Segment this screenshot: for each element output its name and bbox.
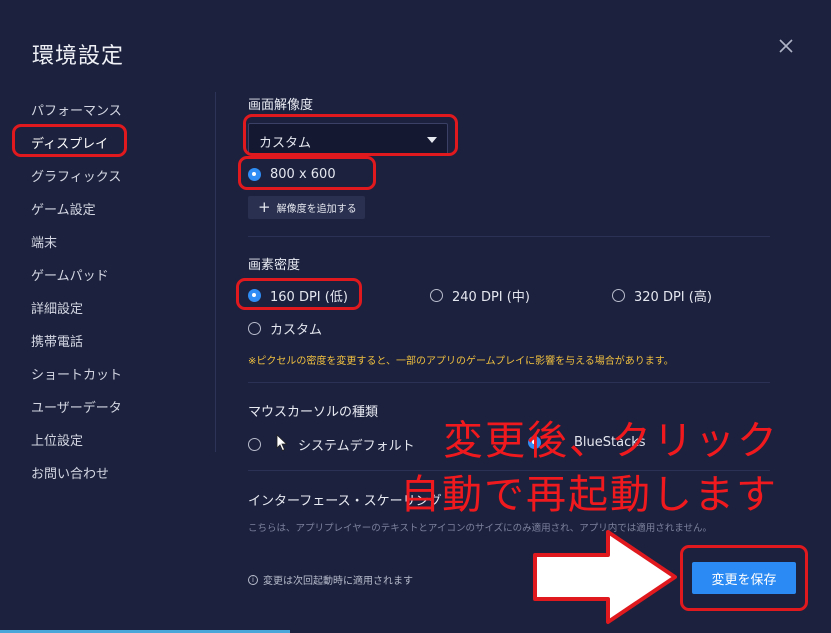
section-divider [248, 236, 770, 237]
radio-checked-icon [528, 436, 541, 449]
radio-checked-icon [248, 168, 261, 181]
sidebar-item-advanced[interactable]: 詳細設定 [31, 298, 83, 317]
restart-note: i 変更は次回起動時に適用されます [248, 572, 413, 587]
save-changes-button[interactable]: 変更を保存 [692, 562, 796, 594]
mouse-pointer-icon [276, 434, 288, 452]
cursor-option-bluestacks[interactable]: BlueStacks [528, 435, 646, 450]
sidebar-item-upper-settings[interactable]: 上位設定 [31, 430, 83, 449]
sidebar-divider [215, 92, 216, 452]
section-divider [248, 382, 770, 383]
radio-checked-icon [248, 289, 261, 302]
sidebar-item-user-data[interactable]: ユーザーデータ [31, 397, 122, 416]
resolution-select[interactable]: カスタム [248, 123, 448, 155]
resolution-option-800x600[interactable]: 800 x 600 [248, 167, 336, 182]
sidebar-item-shortcuts[interactable]: ショートカット [31, 364, 122, 383]
density-option-label: 320 DPI (高) [634, 290, 712, 305]
resolution-select-value: カスタム [259, 136, 312, 151]
density-option-label: 240 DPI (中) [452, 290, 530, 305]
add-resolution-label: 解像度を追加する [276, 204, 357, 215]
density-title: 画素密度 [248, 258, 301, 273]
sidebar-item-display[interactable]: ディスプレイ [31, 133, 109, 156]
density-option-label: 160 DPI (低) [270, 290, 348, 305]
sidebar-item-graphics[interactable]: グラフィックス [31, 166, 121, 185]
sidebar-item-contact[interactable]: お問い合わせ [31, 463, 109, 482]
arrow-right-icon [533, 530, 677, 624]
radio-unchecked-icon [612, 289, 625, 302]
radio-unchecked-icon [248, 438, 261, 451]
chevron-down-icon [427, 137, 437, 143]
density-warning: ※ピクセルの密度を変更すると、一部のアプリのゲームプレイに影響を与える場合があり… [248, 356, 674, 367]
add-resolution-button[interactable]: + 解像度を追加する [248, 196, 365, 219]
section-divider [248, 470, 770, 471]
density-option-320[interactable]: 320 DPI (高) [612, 286, 712, 305]
cursor-option-label: システムデフォルト [298, 439, 415, 454]
cursor-option-default[interactable]: システムデフォルト [248, 435, 415, 454]
radio-unchecked-icon [248, 322, 261, 335]
sidebar-item-gamepad[interactable]: ゲームパッド [31, 265, 109, 284]
restart-note-text: 変更は次回起動時に適用されます [263, 576, 413, 587]
resolution-title: 画面解像度 [248, 98, 314, 113]
close-icon[interactable] [776, 36, 796, 56]
info-icon: i [248, 574, 258, 585]
cursor-type-title: マウスカーソルの種類 [248, 405, 379, 420]
settings-dialog: 環境設定 パフォーマンス ディスプレイ グラフィックス ゲーム設定 端末 ゲーム… [0, 0, 831, 633]
sidebar-item-game-settings[interactable]: ゲーム設定 [31, 199, 96, 218]
radio-unchecked-icon [430, 289, 443, 302]
density-option-custom[interactable]: カスタム [248, 319, 322, 338]
density-option-160[interactable]: 160 DPI (低) [248, 286, 348, 305]
density-option-240[interactable]: 240 DPI (中) [430, 286, 530, 305]
sidebar-item-phone[interactable]: 携帯電話 [31, 331, 83, 350]
dialog-title: 環境設定 [32, 44, 125, 69]
cursor-option-label: BlueStacks [574, 435, 646, 450]
sidebar-item-device[interactable]: 端末 [31, 232, 57, 251]
density-option-label: カスタム [270, 323, 323, 338]
resolution-option-label: 800 x 600 [270, 167, 336, 182]
interface-scaling-title: インターフェース・スケーリング [248, 494, 442, 509]
sidebar-item-performance[interactable]: パフォーマンス [31, 100, 122, 119]
plus-icon: + [258, 198, 271, 216]
